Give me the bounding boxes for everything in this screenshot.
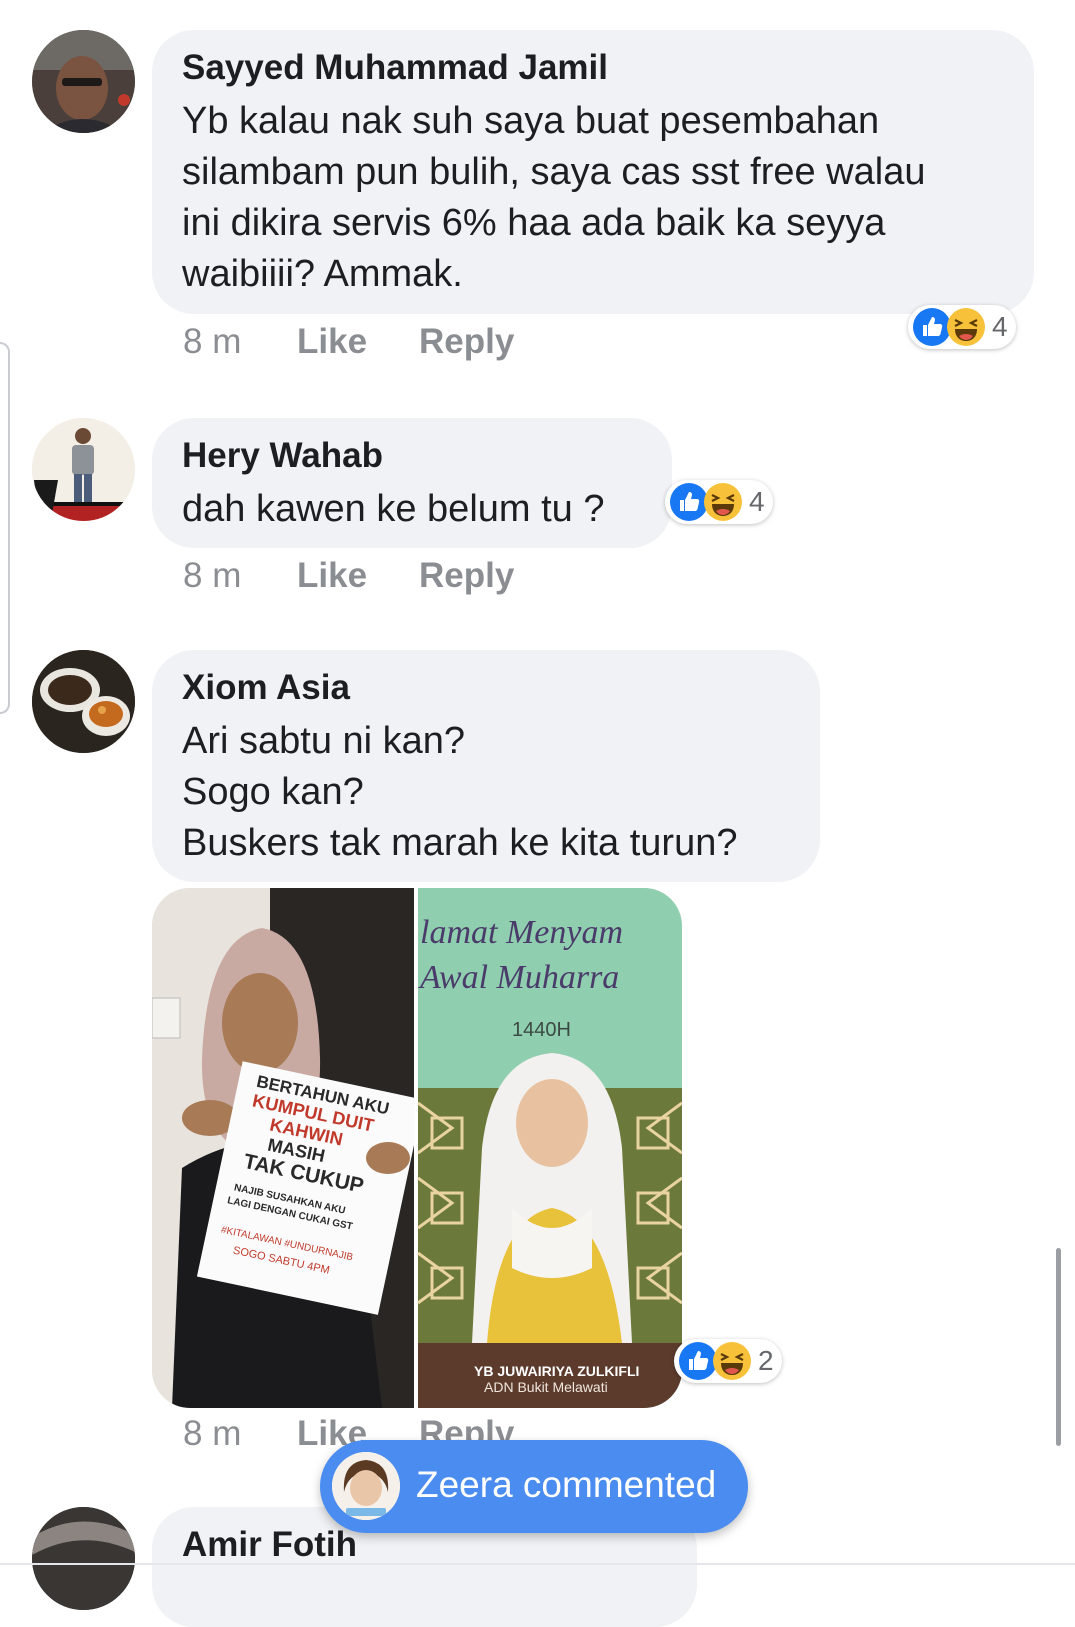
reaction-summary[interactable]: 2 [674,1339,782,1383]
scrollbar-thumb[interactable] [1056,1248,1061,1446]
left-edge-indicator [0,342,10,714]
like-button[interactable]: Like [297,322,367,362]
comment-bubble: Hery Wahab dah kawen ke belum tu ? [152,418,672,548]
svg-text:ADN Bukit Melawati: ADN Bukit Melawati [484,1379,608,1395]
reaction-summary[interactable]: 4 [908,305,1016,349]
comment-bubble: Xiom Asia Ari sabtu ni kan? Sogo kan? Bu… [152,650,820,882]
reaction-summary[interactable]: 4 [665,480,773,524]
haha-reaction-icon [704,483,742,521]
reaction-count: 2 [758,1345,774,1376]
like-button[interactable]: Like [297,556,367,596]
comment-time: 8 m [183,1414,242,1453]
comment-bubble: Sayyed Muhammad Jamil Yb kalau nak suh s… [152,30,1034,314]
avatar-hery[interactable] [32,418,135,521]
svg-text:Awal Muharra: Awal Muharra [418,959,619,996]
reaction-count: 4 [749,486,765,517]
haha-reaction-icon [947,308,985,346]
comment-author[interactable]: Hery Wahab [182,436,642,476]
reaction-count: 4 [992,311,1008,342]
svg-text:1440H: 1440H [512,1019,571,1041]
avatar-xiom[interactable] [32,650,135,753]
avatar-amir[interactable] [32,1507,135,1610]
comment-text: Ari sabtu ni kan? Sogo kan? Buskers tak … [182,720,738,864]
comment-photo[interactable]: BERTAHUN AKU KUMPUL DUIT KAHWIN MASIH TA… [152,888,682,1408]
comment-author[interactable]: Sayyed Muhammad Jamil [182,48,1004,88]
reply-button[interactable]: Reply [419,556,514,596]
comment-text: dah kawen ke belum tu ? [182,488,605,530]
svg-text:lamat Menyam: lamat Menyam [420,914,623,951]
comment-author[interactable]: Xiom Asia [182,668,790,708]
bottom-divider [0,1563,1075,1565]
toast-avatar [332,1452,400,1520]
new-comment-toast[interactable]: Zeera commented [320,1440,748,1533]
comment-time: 8 m [183,556,242,595]
svg-text:YB JUWAIRIYA ZULKIFLI: YB JUWAIRIYA ZULKIFLI [474,1363,639,1379]
avatar-sayyed[interactable] [32,30,135,133]
haha-reaction-icon [713,1342,751,1380]
comment-time: 8 m [183,322,242,361]
reply-button[interactable]: Reply [419,322,514,362]
comment-text: Yb kalau nak suh saya buat pesembahan si… [182,100,926,295]
toast-label: Zeera commented [416,1464,717,1505]
